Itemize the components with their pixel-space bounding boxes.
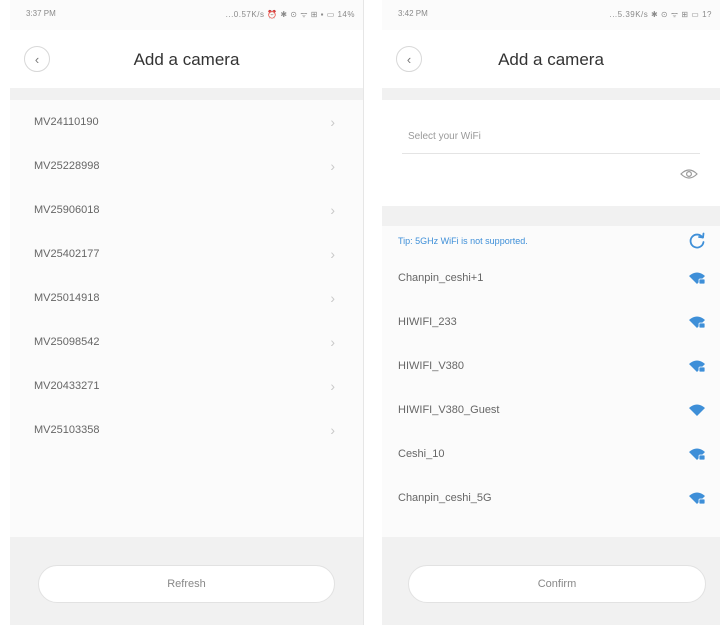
bottom-bar: Confirm — [382, 537, 720, 625]
chevron-right-icon: › — [330, 290, 335, 306]
tip-row: Tip: 5GHz WiFi is not supported. — [382, 226, 720, 256]
camera-list-item[interactable]: MV24110190 › — [10, 100, 363, 144]
camera-id: MV25098542 — [34, 336, 100, 348]
divider — [382, 88, 720, 100]
camera-id: MV20433271 — [34, 380, 100, 392]
camera-list-screen: 3:37 PM ...0.57K/s ⏰ ✱ ⊙ ᯤ ⊞ ▪ ▭ 14% ‹ A… — [10, 0, 364, 625]
wifi-ssid: HIWIFI_V380 — [398, 360, 465, 372]
wifi-form — [382, 100, 720, 206]
tip-text: Tip: 5GHz WiFi is not supported. — [398, 236, 528, 246]
wifi-locked-icon — [689, 360, 706, 373]
status-bar: 3:42 PM ...5.39K/s ✱ ⊙ ᯤ ⊞ ▭ 1? — [382, 0, 720, 26]
chevron-right-icon: › — [330, 334, 335, 350]
camera-list-item[interactable]: MV25014918 › — [10, 276, 363, 320]
confirm-button[interactable]: Confirm — [408, 565, 706, 603]
wifi-locked-icon — [689, 448, 706, 461]
wifi-ssid: Ceshi_10 — [398, 448, 445, 460]
camera-id: MV25103358 — [34, 424, 100, 436]
wifi-icon — [689, 404, 705, 416]
divider — [10, 88, 363, 100]
chevron-right-icon: › — [330, 378, 335, 394]
wifi-list: Chanpin_ceshi+1 HIWIFI_233 HIWIFI_V380 HIWI… — [382, 256, 720, 520]
camera-list-item[interactable]: MV20433271 › — [10, 364, 363, 408]
wifi-list-item[interactable]: Chanpin_ceshi_5G — [382, 476, 720, 520]
wifi-locked-icon — [689, 272, 706, 285]
chevron-right-icon: › — [330, 158, 335, 174]
camera-id: MV25228998 — [34, 160, 100, 172]
wifi-list-item[interactable]: HIWIFI_V380_Guest — [382, 388, 720, 432]
camera-list-item[interactable]: MV25098542 › — [10, 320, 363, 364]
wifi-ssid: HIWIFI_V380_Guest — [398, 404, 500, 416]
camera-id: MV24110190 — [34, 116, 99, 128]
camera-id: MV25402177 — [34, 248, 100, 260]
status-bar: 3:37 PM ...0.57K/s ⏰ ✱ ⊙ ᯤ ⊞ ▪ ▭ 14% — [10, 0, 363, 26]
divider — [382, 206, 720, 226]
wifi-list-item[interactable]: Ceshi_10 — [382, 432, 720, 476]
camera-list-item[interactable]: MV25402177 › — [10, 232, 363, 276]
camera-list: MV24110190 › MV25228998 › MV25906018 › MV25402… — [10, 100, 363, 452]
status-time: 3:42 PM — [398, 9, 428, 18]
camera-list-item[interactable]: MV25228998 › — [10, 144, 363, 188]
chevron-right-icon: › — [330, 114, 335, 130]
chevron-right-icon: › — [330, 202, 335, 218]
eye-icon[interactable] — [680, 168, 698, 180]
wifi-list-item[interactable]: Chanpin_ceshi+1 — [382, 256, 720, 300]
wifi-locked-icon — [689, 492, 706, 505]
wifi-ssid: HIWIFI_233 — [398, 316, 457, 328]
bottom-bar: Refresh — [10, 537, 363, 625]
wifi-ssid: Chanpin_ceshi_5G — [398, 492, 492, 504]
status-icons: ...0.57K/s ⏰ ✱ ⊙ ᯤ ⊞ ▪ ▭ 14% — [225, 10, 355, 19]
wifi-locked-icon — [689, 316, 706, 329]
page-title: Add a camera — [498, 50, 604, 69]
wifi-list-item[interactable]: HIWIFI_233 — [382, 300, 720, 344]
wifi-list-item[interactable]: HIWIFI_V380 — [382, 344, 720, 388]
camera-id: MV25014918 — [34, 292, 100, 304]
wifi-password-input[interactable] — [402, 120, 700, 154]
status-icons: ...5.39K/s ✱ ⊙ ᯤ ⊞ ▭ 1? — [609, 10, 712, 19]
page-title: Add a camera — [133, 50, 240, 69]
refresh-icon[interactable] — [688, 232, 706, 250]
refresh-button[interactable]: Refresh — [38, 565, 335, 603]
status-time: 3:37 PM — [26, 9, 56, 18]
nav-bar: ‹ Add a camera — [382, 30, 720, 88]
camera-list-item[interactable]: MV25103358 › — [10, 408, 363, 452]
wifi-setup-screen: 3:42 PM ...5.39K/s ✱ ⊙ ᯤ ⊞ ▭ 1? ‹ Add a … — [382, 0, 720, 625]
camera-id: MV25906018 — [34, 204, 100, 216]
camera-list-item[interactable]: MV25906018 › — [10, 188, 363, 232]
nav-bar: ‹ Add a camera — [10, 30, 363, 88]
wifi-ssid: Chanpin_ceshi+1 — [398, 272, 484, 284]
chevron-right-icon: › — [330, 246, 335, 262]
chevron-right-icon: › — [330, 422, 335, 438]
